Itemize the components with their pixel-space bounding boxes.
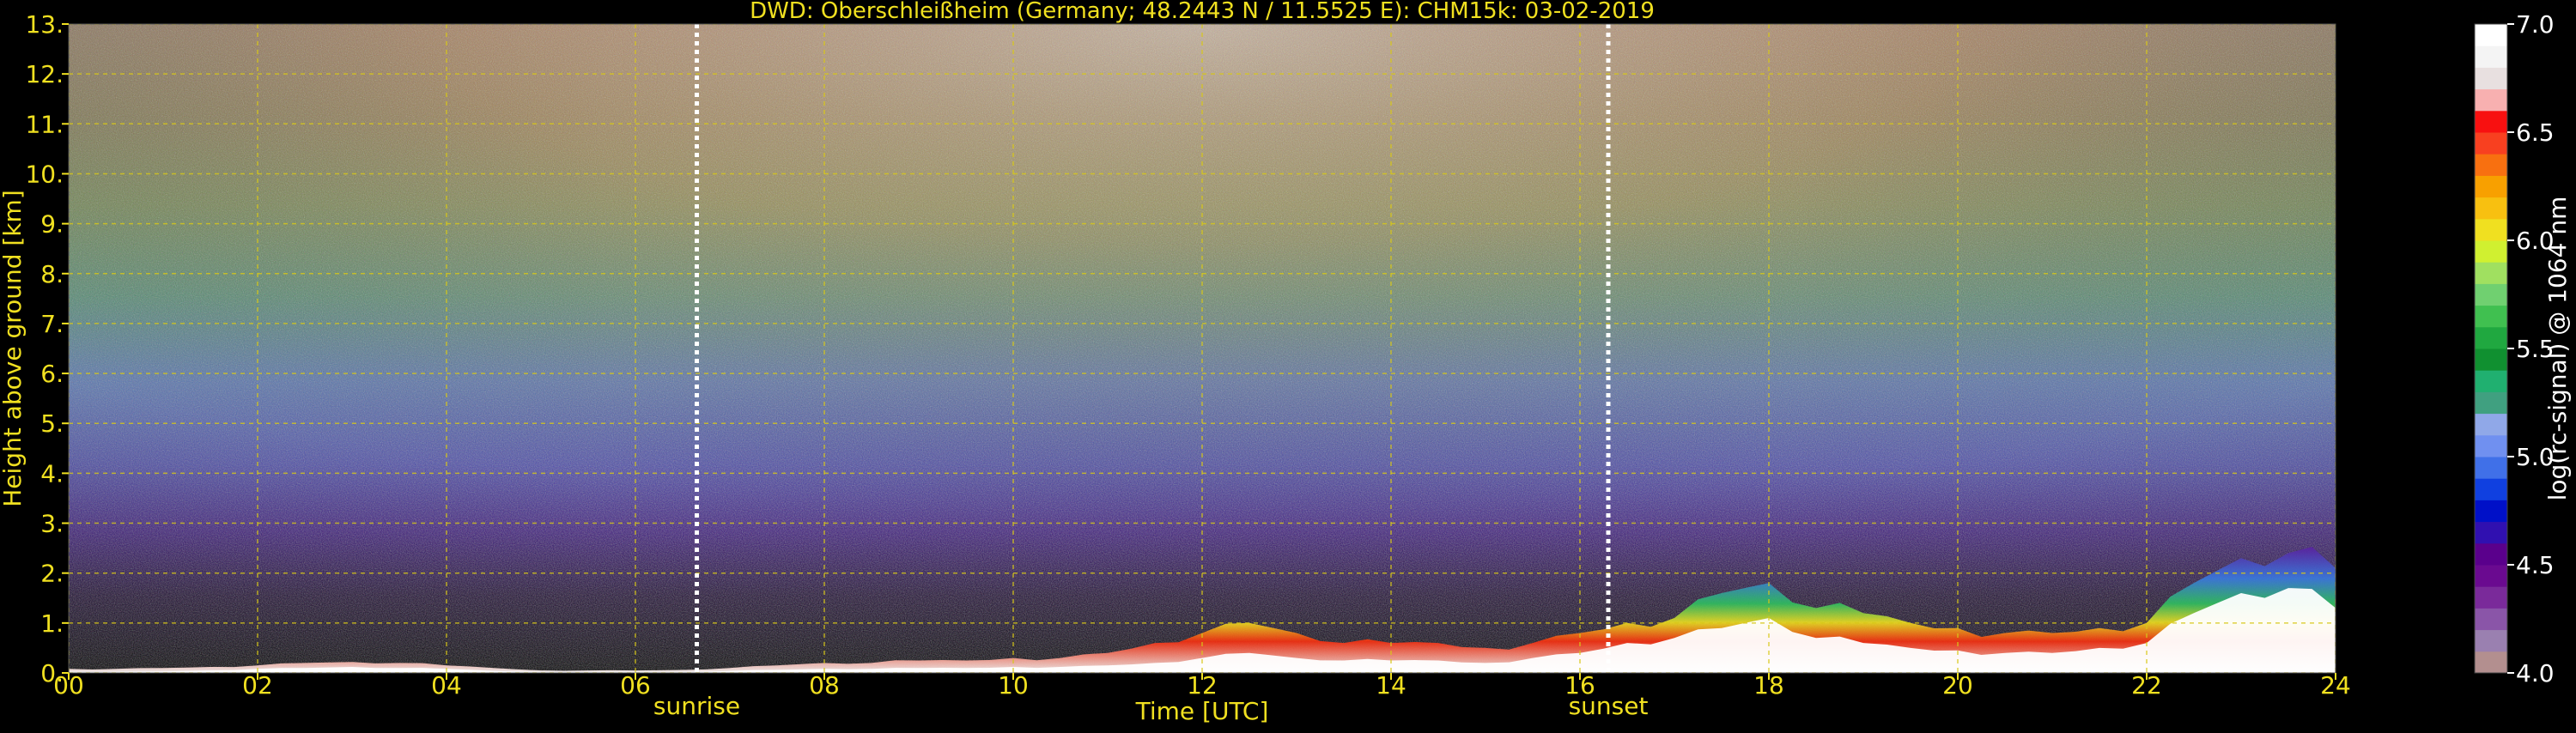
colorbar-segment [2475,175,2507,198]
colorbar-segment [2475,651,2507,674]
chart-title: DWD: Oberschleißheim (Germany; 48.2443 N… [750,0,1655,24]
sunrise-label: sunrise [653,692,740,720]
colorbar-segment [2475,500,2507,523]
y-tick-label: 3. [40,510,64,538]
x-tick-marks [68,673,2336,680]
colorbar: 4.04.55.05.56.06.57.0 log(rc-signal) @ 1… [2474,10,2572,688]
colorbar-segment [2475,218,2507,241]
colorbar-segment [2475,305,2507,328]
colorbar-segment [2475,478,2507,500]
plot-area [69,24,2336,673]
colorbar-segment [2475,391,2507,415]
colorbar-segment [2475,110,2507,133]
colorbar-segment [2475,132,2507,154]
colorbar-segment [2475,413,2507,436]
colorbar-segment [2475,457,2507,479]
y-tick-label: 5. [40,409,64,438]
colorbar-tick-label: 6.5 [2516,118,2555,147]
colorbar-segment [2475,45,2507,68]
chart-svg: 00 02 04 06 08 10 12 14 16 18 20 22 24 0.1.2.3.4.5.6… [0,0,2572,725]
colorbar-segment [2475,88,2507,112]
colorbar-segment [2475,370,2507,392]
y-tick-labels: 0. 1. 2. 3. 4. 5. 6. 7. 8. 9. 10. 11. 12. 13. [25,10,64,688]
colorbar-segment [2475,629,2507,652]
colorbar-tick-label: 4.5 [2516,551,2555,579]
colorbar-segment [2475,521,2507,544]
colorbar-label: log(rc-signal) @ 1064 nm [2543,197,2572,501]
y-tick-label: 10. [25,160,64,188]
y-tick-label: 9. [40,210,64,239]
y-tick-label: 7. [40,310,64,338]
colorbar-segment [2475,542,2507,566]
colorbar-segment [2475,154,2507,176]
colorbar-segment [2475,197,2507,220]
y-tick-label: 2. [40,560,64,588]
colorbar-tick-label: 7.0 [2516,10,2555,39]
colorbar-segment [2475,283,2507,306]
colorbar-segment [2475,608,2507,631]
colorbar-segment [2475,240,2507,263]
y-tick-label: 8. [40,260,64,288]
colorbar-segment [2475,565,2507,587]
ceilometer-chart: 00 02 04 06 08 10 12 14 16 18 20 22 24 0. 1. 2. 3. 4. 5. 6… [0,0,2576,730]
x-axis-label: Time [UTC] [1135,697,1269,725]
y-tick-label: 13. [25,10,64,39]
colorbar-segment [2475,24,2507,46]
sunset-label: sunset [1569,692,1649,720]
y-tick-label: 12. [25,60,64,88]
y-tick-label: 11. [25,110,64,138]
colorbar-segment [2475,67,2507,90]
colorbar-segment [2475,326,2507,349]
colorbar-segment [2475,586,2507,609]
colorbar-segment [2475,434,2507,457]
colorbar-segments [2475,24,2507,674]
y-tick-label: 6. [40,360,64,388]
y-tick-label: 1. [40,609,64,638]
colorbar-segment [2475,262,2507,284]
colorbar-segment [2475,348,2507,371]
colorbar-tick-label: 4.0 [2516,659,2555,688]
y-tick-label: 4. [40,459,64,488]
y-axis-label: Height above ground [km] [0,190,27,507]
y-tick-label: 0. [40,659,64,688]
